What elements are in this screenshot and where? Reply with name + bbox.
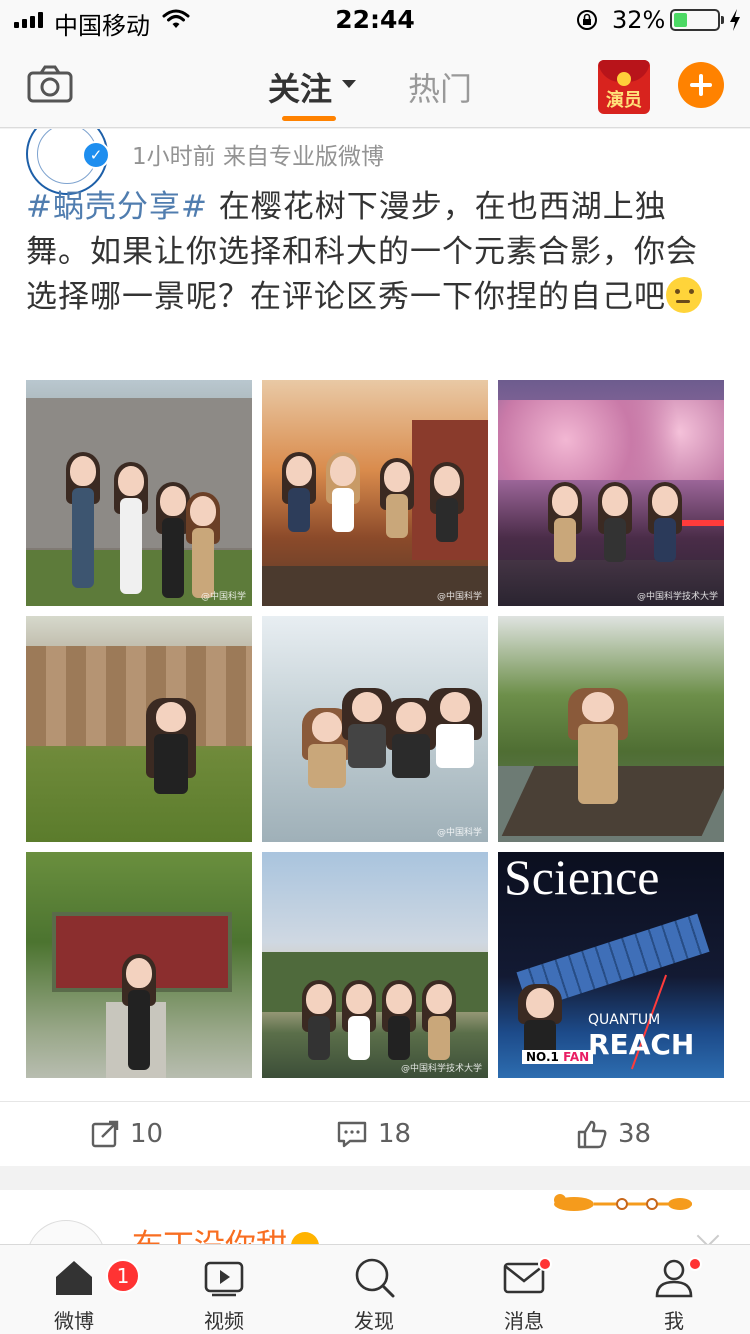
campus-building <box>26 646 252 746</box>
tab-hot[interactable]: 热门 <box>408 64 472 110</box>
avatar-figure <box>380 458 414 572</box>
headline-reach: REACH <box>588 1028 695 1061</box>
charging-bolt-icon <box>730 9 740 31</box>
repost-count: 10 <box>130 1119 164 1149</box>
avatar-figure <box>66 452 100 606</box>
avatar-figure <box>598 482 632 566</box>
post-image-5[interactable]: @中国科学 <box>262 616 488 842</box>
avatar-figure <box>114 462 148 606</box>
image-grid: @中国科学 @中国科学 @中国科学技术大学 @中国科学 @中国科学技术大学 Sc… <box>26 380 724 1078</box>
coin-icon <box>617 72 631 86</box>
battery-percent: 32% <box>612 6 666 34</box>
headline-quantum: QUANTUM <box>588 1012 661 1028</box>
unread-dot <box>688 1257 702 1271</box>
like-count: 38 <box>618 1119 652 1149</box>
post-image-8[interactable]: @中国科学技术大学 <box>262 852 488 1078</box>
avatar-figure <box>282 452 316 566</box>
home-icon <box>56 1261 92 1295</box>
dachshund-mascot-icon <box>554 1194 692 1211</box>
tab-label: 发现 <box>354 1309 394 1333</box>
watermark: @中国科学 <box>436 828 482 838</box>
tab-label: 视频 <box>204 1309 244 1333</box>
avatar-figure <box>156 482 190 606</box>
repost-icon <box>91 1120 119 1148</box>
bottom-tab-bar: 1 微博 视频 发现 消息 我 <box>0 1244 750 1334</box>
battery-icon <box>670 9 720 31</box>
avatar-figure <box>648 482 682 566</box>
video-play-icon <box>204 1261 244 1297</box>
watermark: @中国科学 <box>200 592 246 602</box>
avatar-figure <box>428 688 482 842</box>
tab-weibo[interactable]: 1 微博 <box>24 1245 140 1334</box>
tab-messages[interactable]: 消息 <box>474 1245 574 1334</box>
post-image-6[interactable] <box>498 616 724 842</box>
avatar-figure <box>518 984 562 1078</box>
avatar-figure <box>302 980 336 1074</box>
avatar-figure <box>326 452 360 576</box>
rotation-lock-icon <box>577 10 597 30</box>
red-packet-label: 演员 <box>606 90 642 111</box>
top-nav: 关注 热门 演员 <box>0 40 750 128</box>
post-action-bar: 10 18 38 <box>0 1101 750 1165</box>
avatar-figure <box>122 954 156 1078</box>
watermark: @中国科学技术大学 <box>400 1064 482 1074</box>
tab-me[interactable]: 我 <box>624 1245 724 1334</box>
thumbs-up-icon <box>577 1120 607 1149</box>
verified-badge-icon: ✓ <box>82 141 110 169</box>
hashtag-link[interactable]: #蜗壳分享# <box>26 189 208 225</box>
tab-label: 消息 <box>504 1309 544 1333</box>
magazine-title: Science <box>504 852 660 905</box>
unread-dot <box>538 1257 552 1271</box>
post-image-1[interactable]: @中国科学 <box>26 380 252 606</box>
search-icon <box>355 1258 395 1298</box>
comment-icon <box>337 1121 367 1148</box>
active-tab-indicator <box>282 116 336 121</box>
sign-no1: NO.1 FAN <box>522 1050 594 1064</box>
red-packet-button[interactable]: 演员 <box>598 60 650 114</box>
comment-count: 18 <box>378 1119 412 1149</box>
post-text[interactable]: #蜗壳分享# 在樱花树下漫步，在也西湖上独舞。如果让你选择和科大的一个元素合影，… <box>26 185 726 320</box>
compose-plus-button[interactable] <box>678 62 724 108</box>
avatar-figure <box>146 698 196 832</box>
tab-label: 我 <box>664 1309 684 1333</box>
chevron-down-icon[interactable] <box>342 80 356 88</box>
tab-discover[interactable]: 发现 <box>324 1245 424 1334</box>
post-image-9[interactable]: Science QUANTUM REACH NO.1 FAN <box>498 852 724 1078</box>
repost-button[interactable]: 10 <box>90 1102 163 1166</box>
notification-badge: 1 <box>106 1259 140 1293</box>
post-image-2[interactable]: @中国科学 <box>262 380 488 606</box>
tab-video[interactable]: 视频 <box>174 1245 274 1334</box>
avatar-figure <box>342 688 392 842</box>
tab-label: 微博 <box>54 1309 94 1333</box>
status-bar: 中国移动 22:44 32% <box>0 0 750 40</box>
avatar-figure <box>342 980 376 1074</box>
cherry-blossoms <box>498 400 724 480</box>
post-image-4[interactable] <box>26 616 252 842</box>
watermark: @中国科学 <box>436 592 482 602</box>
avatar-figure <box>568 688 628 832</box>
avatar-figure <box>548 482 582 566</box>
post-image-7[interactable] <box>26 852 252 1078</box>
camera-icon[interactable] <box>26 64 74 104</box>
post-meta: 1小时前 来自专业版微博 <box>132 144 384 170</box>
post-card[interactable]: ✓ 1小时前 来自专业版微博 #蜗壳分享# 在樱花树下漫步，在也西湖上独舞。如果… <box>0 129 750 1166</box>
post-image-3[interactable]: @中国科学技术大学 <box>498 380 724 606</box>
battery-cap <box>721 16 724 24</box>
like-button[interactable]: 38 <box>576 1102 651 1166</box>
comment-button[interactable]: 18 <box>336 1102 411 1166</box>
avatar-figure <box>430 462 464 576</box>
thinking-emoji-icon <box>666 277 702 313</box>
watermark: @中国科学技术大学 <box>636 592 718 602</box>
tab-follow[interactable]: 关注 <box>268 64 332 110</box>
